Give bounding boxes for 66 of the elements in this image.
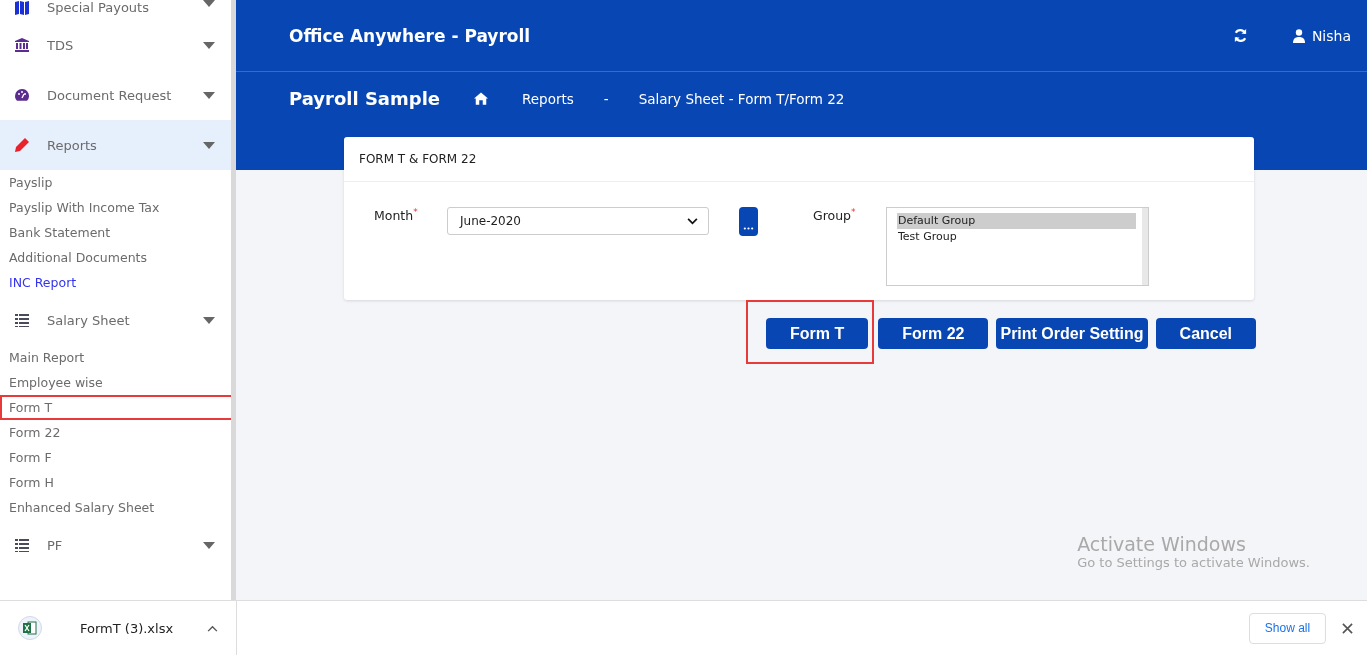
chevron-icon bbox=[687, 217, 698, 225]
sidebar-link[interactable]: Form F bbox=[0, 445, 231, 470]
sidebar-section[interactable]: Special Payouts bbox=[0, 0, 231, 20]
month-select[interactable]: June-2020 bbox=[447, 207, 709, 235]
bank-icon bbox=[14, 37, 30, 53]
caret-icon bbox=[203, 91, 215, 99]
pencil-icon bbox=[14, 137, 30, 153]
action-button[interactable]: Form 22 bbox=[878, 318, 989, 349]
user-name[interactable]: Nisha bbox=[1311, 27, 1351, 44]
activation-text: Go to Settings to activate Windows. bbox=[1077, 555, 1310, 570]
company-name: Payroll Sample bbox=[289, 88, 440, 109]
ellipsis-icon bbox=[743, 227, 754, 230]
sidebar-link[interactable]: INC Report bbox=[0, 270, 231, 295]
refresh-icon[interactable] bbox=[1232, 28, 1248, 43]
group-option[interactable]: Test Group bbox=[897, 229, 1136, 245]
sidebar-link[interactable]: Payslip bbox=[0, 170, 231, 195]
section-label: PF bbox=[47, 537, 64, 553]
group-listbox[interactable]: Default Group Test Group bbox=[886, 207, 1149, 286]
section-label: Salary Sheet bbox=[47, 312, 131, 328]
group-option[interactable]: Default Group bbox=[897, 213, 1136, 229]
caret-icon bbox=[203, 316, 215, 324]
section-label: Special Payouts bbox=[47, 0, 150, 15]
user-icon bbox=[1292, 28, 1305, 43]
gauge-icon bbox=[14, 87, 30, 103]
caret-icon bbox=[203, 41, 215, 49]
sidebar-section[interactable]: Document Request bbox=[0, 70, 231, 120]
caret-icon bbox=[203, 0, 215, 7]
card-title: FORM T & FORM 22 bbox=[344, 137, 1254, 182]
breadcrumb-item[interactable]: - bbox=[603, 90, 609, 107]
list-icon bbox=[14, 312, 30, 328]
caret-icon bbox=[203, 141, 215, 149]
chevron-up-icon[interactable] bbox=[207, 624, 218, 632]
map-icon bbox=[14, 0, 30, 16]
list-icon bbox=[14, 537, 30, 553]
month-label: Month$^{*}$ bbox=[374, 207, 419, 224]
close-icon[interactable] bbox=[1342, 622, 1353, 634]
downloaded-file-name[interactable]: FormT (3).xlsx bbox=[80, 620, 207, 636]
activation-title: Activate Windows bbox=[1077, 533, 1247, 555]
sidebar-link[interactable]: Form H bbox=[0, 470, 231, 495]
sidebar-link[interactable]: Bank Statement bbox=[0, 220, 231, 245]
sidebar-link[interactable]: Additional Documents bbox=[0, 245, 231, 270]
sidebar-section[interactable]: PF bbox=[0, 520, 231, 570]
action-button[interactable]: Form T bbox=[766, 318, 869, 349]
sidebar-link[interactable]: Employee wise bbox=[0, 370, 231, 395]
action-button[interactable]: Print Order Setting bbox=[996, 318, 1148, 349]
home-icon[interactable] bbox=[474, 92, 488, 105]
show-all-button[interactable]: Show all bbox=[1249, 612, 1326, 644]
sidebar-link[interactable]: Form 22 bbox=[0, 420, 231, 445]
section-label: Document Request bbox=[47, 87, 173, 103]
sidebar-link[interactable]: Form T bbox=[0, 395, 231, 420]
group-label: Group$^{*}$ bbox=[813, 207, 857, 224]
section-label: TDS bbox=[47, 37, 75, 53]
breadcrumb-item[interactable]: Salary Sheet - Form T/Form 22 bbox=[638, 90, 845, 107]
sidebar-section[interactable]: Reports bbox=[0, 120, 231, 170]
sidebar-link[interactable]: Payslip With Income Tax bbox=[0, 195, 231, 220]
sidebar-link[interactable]: Main Report bbox=[0, 345, 231, 370]
sidebar-link[interactable]: Enhanced Salary Sheet bbox=[0, 495, 231, 520]
more-button[interactable] bbox=[739, 207, 758, 236]
sidebar-section[interactable]: Salary Sheet bbox=[0, 295, 231, 345]
app-title: Office Anywhere - Payroll bbox=[289, 25, 532, 46]
spreadsheet-file-icon bbox=[18, 616, 42, 640]
section-label: Reports bbox=[47, 137, 98, 153]
caret-icon bbox=[203, 541, 215, 549]
breadcrumb-item[interactable]: Reports bbox=[522, 90, 574, 107]
action-button[interactable]: Cancel bbox=[1155, 318, 1257, 349]
sidebar-section[interactable]: TDS bbox=[0, 20, 231, 70]
